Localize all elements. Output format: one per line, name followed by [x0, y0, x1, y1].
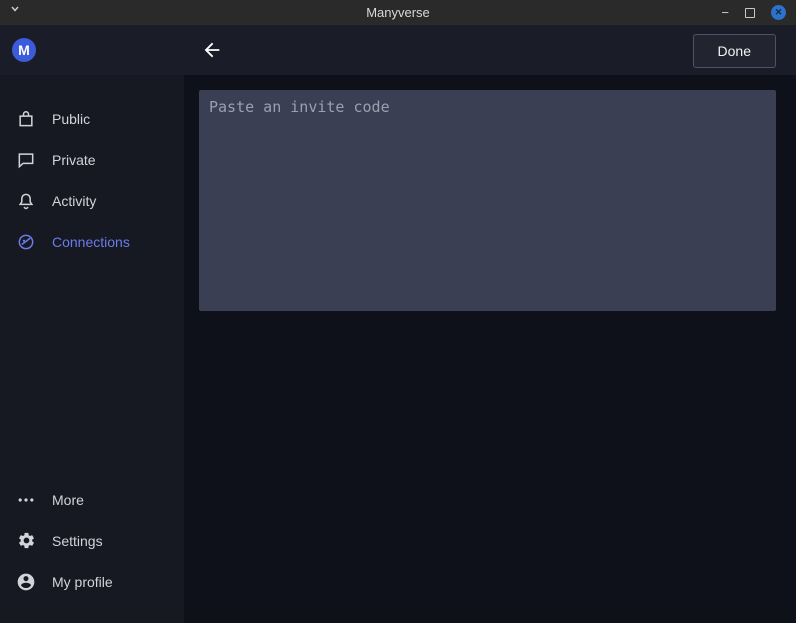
window-controls: − ✕ — [721, 0, 786, 25]
sidebar-item-label: My profile — [52, 574, 113, 590]
window-menu-chevron-icon[interactable] — [10, 4, 20, 14]
manyverse-logo: M — [12, 38, 36, 62]
sidebar-item-label: Activity — [52, 193, 96, 209]
activity-icon — [16, 191, 36, 211]
profile-icon — [16, 572, 36, 592]
done-button[interactable]: Done — [693, 34, 776, 68]
sidebar: Public Private Activity Connections — [0, 75, 184, 623]
sidebar-item-public[interactable]: Public — [0, 98, 184, 139]
sidebar-item-label: Settings — [52, 533, 103, 549]
arrow-left-icon — [201, 39, 223, 61]
more-icon — [16, 490, 36, 510]
sidebar-item-more[interactable]: More — [0, 479, 184, 520]
sidebar-item-label: Connections — [52, 234, 130, 250]
private-icon — [16, 150, 36, 170]
sidebar-item-label: Private — [52, 152, 96, 168]
window-title: Manyverse — [366, 5, 430, 20]
restore-icon — [745, 8, 755, 18]
sidebar-item-settings[interactable]: Settings — [0, 520, 184, 561]
connections-icon — [16, 232, 36, 252]
invite-code-input[interactable] — [199, 90, 776, 311]
sidebar-spacer — [0, 262, 184, 479]
settings-icon — [16, 531, 36, 551]
sidebar-item-activity[interactable]: Activity — [0, 180, 184, 221]
sidebar-item-label: Public — [52, 111, 90, 127]
sidebar-item-private[interactable]: Private — [0, 139, 184, 180]
app-header: M Done — [0, 25, 796, 75]
close-button[interactable]: ✕ — [771, 5, 786, 20]
sidebar-item-connections[interactable]: Connections — [0, 221, 184, 262]
os-titlebar: Manyverse − ✕ — [0, 0, 796, 25]
sidebar-item-label: More — [52, 492, 84, 508]
sidebar-item-my-profile[interactable]: My profile — [0, 561, 184, 602]
restore-button[interactable] — [745, 8, 755, 18]
main-content — [184, 75, 796, 623]
minimize-button[interactable]: − — [721, 6, 729, 19]
public-icon — [16, 109, 36, 129]
sidebar-bottom-group: More Settings My profile — [0, 479, 184, 623]
back-button[interactable] — [200, 38, 224, 62]
